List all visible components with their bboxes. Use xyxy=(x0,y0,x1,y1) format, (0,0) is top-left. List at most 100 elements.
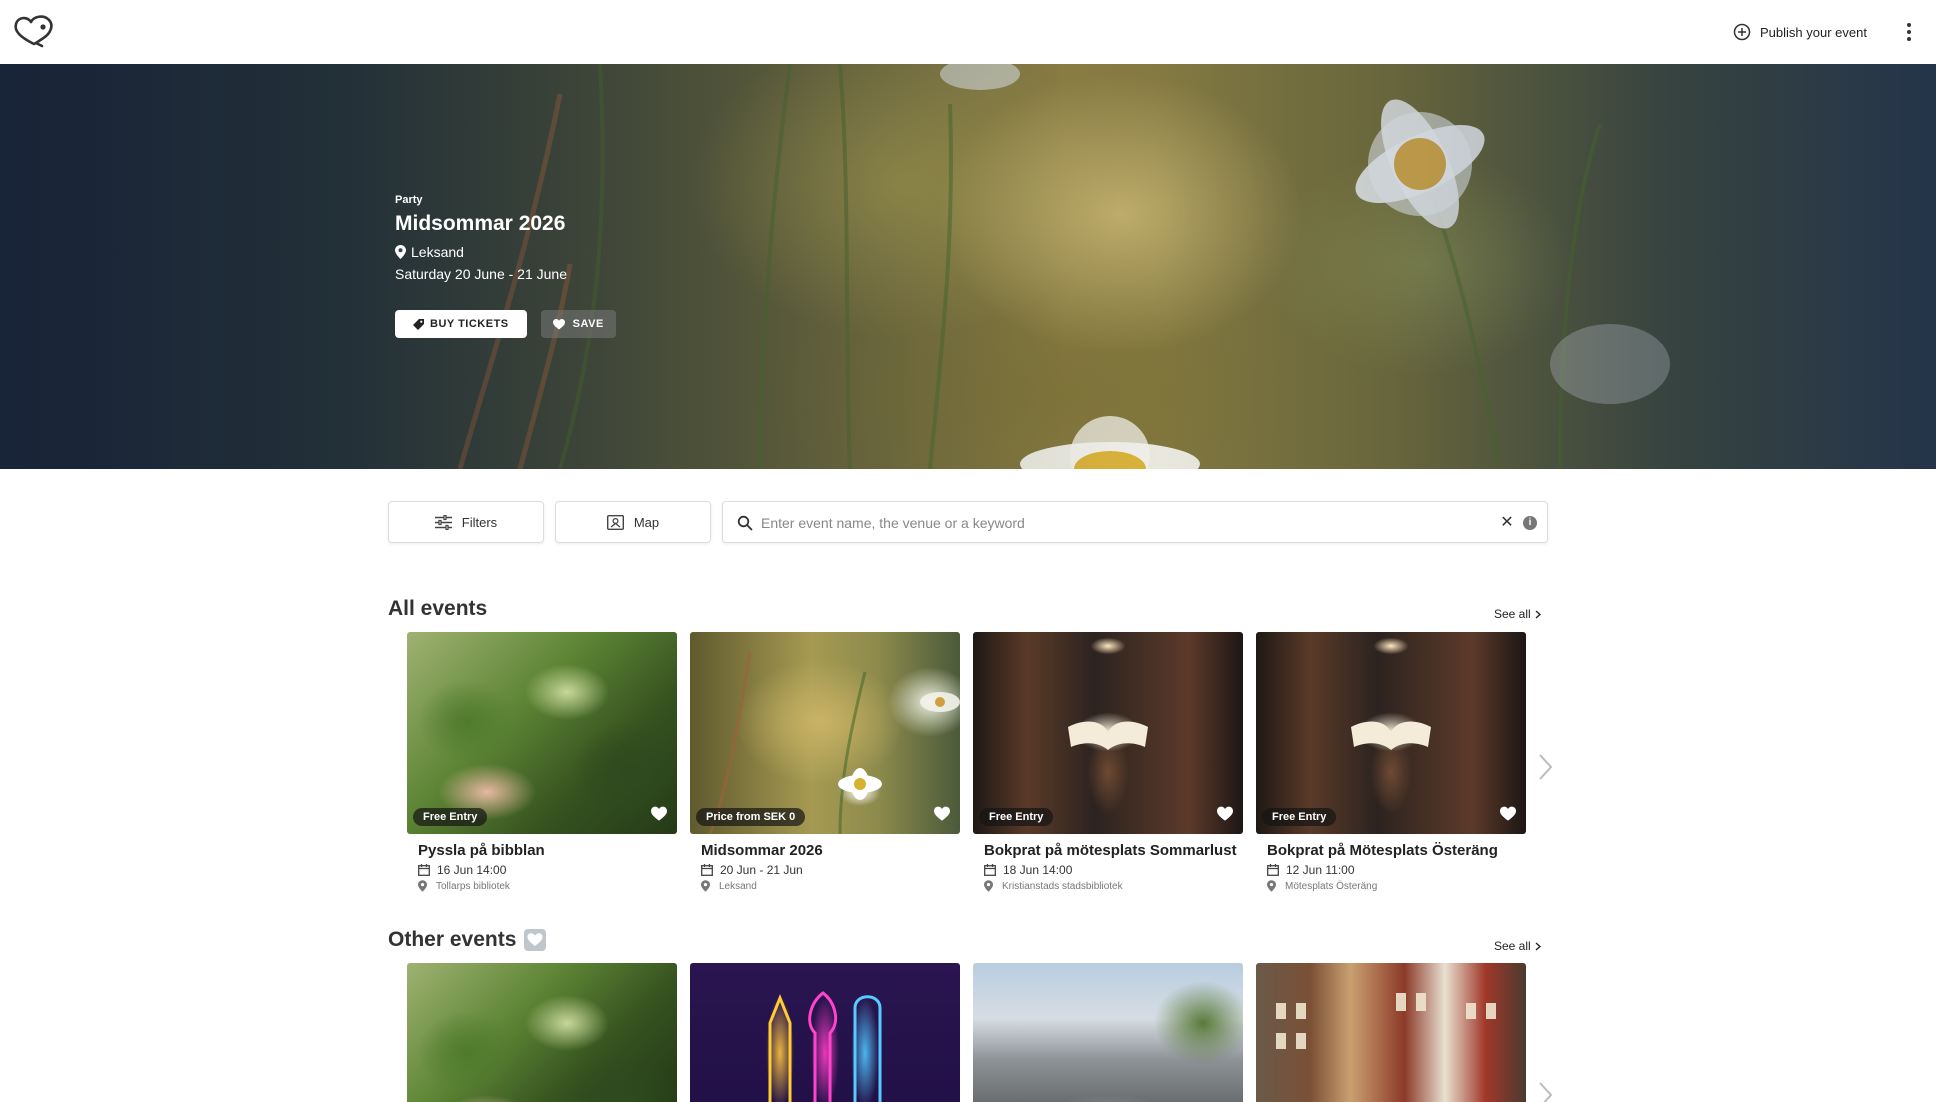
event-card-title[interactable]: Bokprat på mötesplats Sommarlust xyxy=(984,842,1239,859)
map-icon xyxy=(606,514,624,530)
event-card-date: 16 Jun 14:00 xyxy=(418,863,677,877)
search-toolbar: Filters Map ✕ i xyxy=(388,501,1548,543)
event-card[interactable] xyxy=(690,963,960,1102)
heart-icon xyxy=(552,318,565,329)
calendar-icon xyxy=(984,864,996,876)
daisy-illustration xyxy=(708,651,960,834)
event-card-venue: Leksand xyxy=(701,880,960,892)
other-events-heading: Other events xyxy=(388,928,547,952)
search-icon xyxy=(737,515,753,531)
event-card-date-text: 18 Jun 14:00 xyxy=(1003,863,1073,877)
event-card[interactable]: Free Entry Pyssla på bibblan 16 Jun 14:0… xyxy=(407,632,677,892)
logo-icon[interactable] xyxy=(12,13,58,49)
save-event-button[interactable]: SAVE xyxy=(540,310,616,338)
location-pin-icon xyxy=(984,880,993,892)
price-badge: Price from SEK 0 xyxy=(696,808,806,826)
event-card-image[interactable] xyxy=(690,963,960,1102)
event-location-text: Leksand xyxy=(411,244,464,260)
carousel-next-icon[interactable] xyxy=(1535,752,1555,782)
other-events-title: Other events xyxy=(388,928,517,951)
price-badge: Free Entry xyxy=(413,808,488,826)
event-card-date-text: 12 Jun 11:00 xyxy=(1286,863,1355,877)
calendar-icon xyxy=(1267,864,1279,876)
event-card-venue: Tollarps bibliotek xyxy=(418,880,677,892)
event-location: Leksand xyxy=(395,244,567,260)
plus-circle-icon xyxy=(1733,23,1751,41)
event-card-venue: Mötesplats Österäng xyxy=(1267,880,1526,892)
event-card-date-text: 16 Jun 14:00 xyxy=(437,863,507,877)
event-category: Party xyxy=(395,194,423,206)
location-pin-icon xyxy=(701,880,710,892)
hero-actions: BUY TICKETS SAVE xyxy=(395,310,616,338)
all-events-title: All events xyxy=(388,597,488,620)
carousel-next-icon[interactable] xyxy=(1535,1080,1555,1102)
event-card-image[interactable]: Price from SEK 0 xyxy=(690,632,960,834)
save-label: SAVE xyxy=(572,318,604,330)
chevron-right-icon xyxy=(1535,609,1541,619)
favorite-heart-icon[interactable] xyxy=(1217,806,1233,822)
search-input[interactable] xyxy=(761,510,1461,536)
see-all-label: See all xyxy=(1494,939,1531,953)
event-card-image[interactable] xyxy=(973,963,1243,1102)
event-card[interactable] xyxy=(973,963,1243,1102)
event-card-date: 18 Jun 14:00 xyxy=(984,863,1243,877)
hero-info: Party Midsommar 2026 Leksand Saturday 20… xyxy=(395,194,567,282)
location-pin-icon xyxy=(418,880,427,892)
book-illustration xyxy=(1068,721,1148,750)
clear-search-icon[interactable]: ✕ xyxy=(1499,514,1515,532)
buy-tickets-button[interactable]: BUY TICKETS xyxy=(395,310,527,338)
event-card-title[interactable]: Midsommar 2026 xyxy=(701,842,956,859)
info-icon[interactable]: i xyxy=(1523,516,1537,530)
all-events-see-all-link[interactable]: See all xyxy=(1494,607,1541,621)
chevron-right-icon xyxy=(1535,941,1541,951)
event-card-venue-text: Kristianstads stadsbibliotek xyxy=(1002,880,1123,892)
other-events-see-all-link[interactable]: See all xyxy=(1494,939,1541,953)
book-illustration xyxy=(1351,721,1431,750)
publish-event-label: Publish your event xyxy=(1760,24,1867,40)
all-events-heading: All events xyxy=(388,597,487,621)
event-card[interactable]: Free Entry Bokprat på Mötesplats Österän… xyxy=(1256,632,1526,892)
neon-pencils-illustration xyxy=(768,991,882,1102)
toy-buildings-illustration xyxy=(1276,993,1496,1049)
event-card-date: 12 Jun 11:00 xyxy=(1267,863,1526,877)
favorite-heart-icon[interactable] xyxy=(1500,806,1516,822)
event-card[interactable]: Price from SEK 0 Midsommar 2026 20 Jun -… xyxy=(690,632,960,892)
map-button[interactable]: Map xyxy=(555,501,711,543)
event-card[interactable] xyxy=(407,963,677,1102)
calendar-icon xyxy=(701,864,713,876)
location-pin-icon xyxy=(1267,880,1276,892)
event-card-image[interactable]: Free Entry xyxy=(1256,632,1526,834)
heart-badge-icon xyxy=(524,929,547,951)
location-pin-icon xyxy=(395,245,406,259)
event-card-date-text: 20 Jun - 21 Jun xyxy=(720,863,803,877)
event-card-image[interactable]: Free Entry xyxy=(407,632,677,834)
event-card-venue-text: Leksand xyxy=(719,880,757,892)
event-card-image[interactable] xyxy=(1256,963,1526,1102)
more-menu-button[interactable] xyxy=(1898,18,1920,46)
calendar-icon xyxy=(418,864,430,876)
event-card-title[interactable]: Pyssla på bibblan xyxy=(418,842,673,859)
buy-tickets-label: BUY TICKETS xyxy=(430,318,509,330)
filters-button[interactable]: Filters xyxy=(388,501,544,543)
event-card-venue-text: Tollarps bibliotek xyxy=(436,880,510,892)
event-card-date: 20 Jun - 21 Jun xyxy=(701,863,960,877)
event-date: Saturday 20 June - 21 June xyxy=(395,266,568,282)
publish-event-button[interactable]: Publish your event xyxy=(1733,20,1867,44)
event-card-image[interactable] xyxy=(407,963,677,1102)
event-card[interactable] xyxy=(1256,963,1526,1102)
top-bar: Publish your event xyxy=(0,0,1936,64)
hero-banner: Party Midsommar 2026 Leksand Saturday 20… xyxy=(0,64,1936,469)
event-card-title[interactable]: Bokprat på Mötesplats Österäng xyxy=(1267,842,1522,859)
event-title: Midsommar 2026 xyxy=(395,212,566,235)
event-card[interactable]: Free Entry Bokprat på mötesplats Sommarl… xyxy=(973,632,1243,892)
search-box: ✕ i xyxy=(722,501,1548,543)
price-badge: Free Entry xyxy=(1262,808,1337,826)
map-label: Map xyxy=(633,514,660,530)
sliders-icon xyxy=(434,514,452,530)
favorite-heart-icon[interactable] xyxy=(651,806,667,822)
favorite-heart-icon[interactable] xyxy=(934,806,950,822)
event-card-venue: Kristianstads stadsbibliotek xyxy=(984,880,1243,892)
event-card-image[interactable]: Free Entry xyxy=(973,632,1243,834)
see-all-label: See all xyxy=(1494,607,1531,621)
ticket-tag-icon xyxy=(413,318,424,330)
